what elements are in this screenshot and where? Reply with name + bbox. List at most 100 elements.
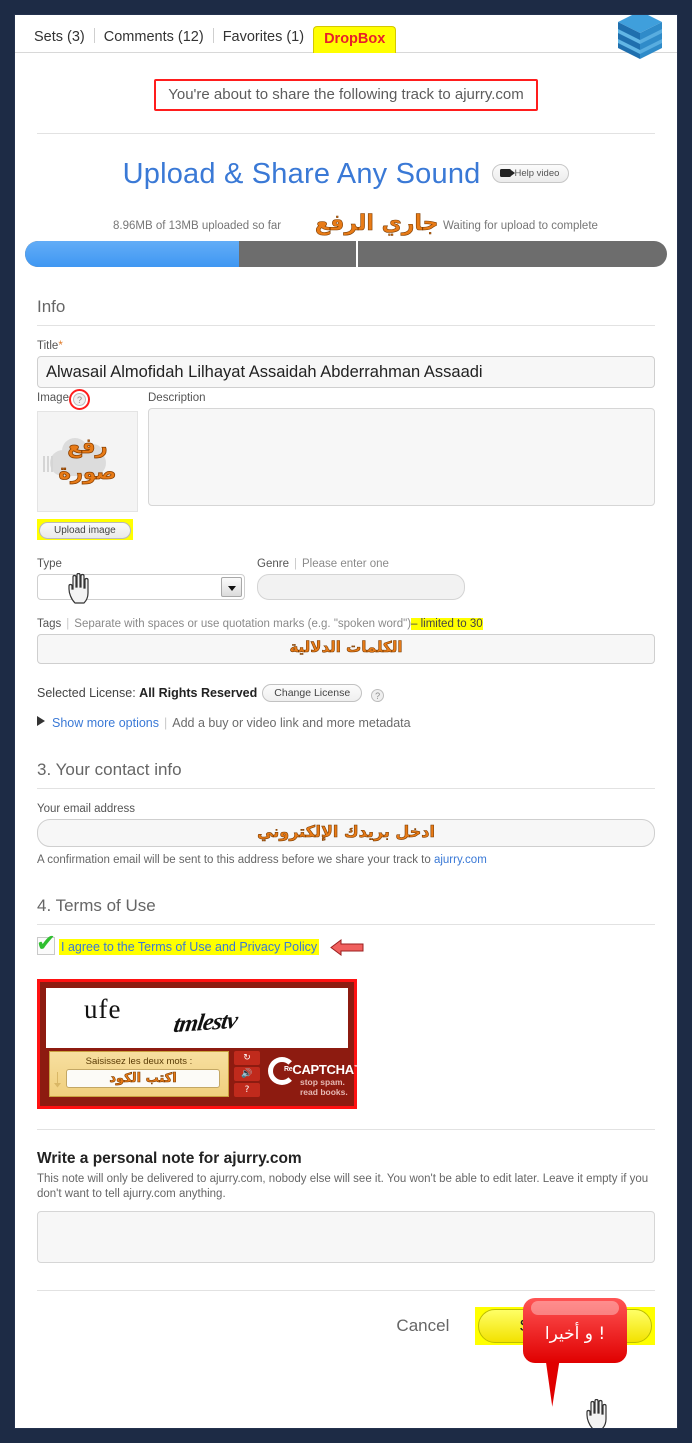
browser-page-frame: Sets (3) Comments (12) Favorites (1) Dro… bbox=[14, 14, 678, 1429]
recaptcha-help-icon[interactable]: ? bbox=[234, 1083, 260, 1097]
recaptcha-widget: ufe tmlestv Saisissez les deux mots : اك… bbox=[37, 979, 360, 1109]
callout-tail bbox=[545, 1359, 567, 1407]
recaptcha-input[interactable]: اكتب الكود bbox=[66, 1069, 220, 1088]
contact-section-rule bbox=[37, 788, 655, 789]
personal-note-description: This note will only be delivered to ajur… bbox=[37, 1173, 649, 1200]
tab-favorites[interactable]: Favorites (1) bbox=[214, 26, 313, 53]
annotation-image-arabic-1: رفع bbox=[67, 434, 108, 459]
callout-bubble: و أخيرا ! bbox=[523, 1298, 627, 1363]
show-more-options-row: Show more options | Add a buy or video lin… bbox=[37, 716, 655, 730]
recaptcha-tagline: stop spam. read books. bbox=[300, 1077, 348, 1097]
change-license-button[interactable]: Change License bbox=[262, 684, 363, 702]
terms-agree-label[interactable]: I agree to the Terms of Use and Privacy … bbox=[59, 939, 320, 955]
description-textarea[interactable] bbox=[148, 408, 655, 506]
profile-tabbar: Sets (3) Comments (12) Favorites (1) Dro… bbox=[15, 15, 677, 59]
check-mark-icon: ✔ bbox=[36, 929, 57, 957]
arrow-left-icon bbox=[330, 939, 364, 956]
recaptcha-refresh-icon[interactable]: ↻ bbox=[234, 1051, 260, 1065]
terms-section-title: 4. Terms of Use bbox=[37, 896, 156, 915]
annotation-email-arabic: ادخل بريدك الإلكتروني bbox=[257, 822, 435, 842]
contact-section-title: 3. Your contact info bbox=[37, 760, 182, 779]
tab-sets[interactable]: Sets (3) bbox=[25, 26, 94, 53]
title-input[interactable] bbox=[37, 356, 655, 388]
tags-input-wrap: الكلمات الدلالية bbox=[37, 634, 655, 664]
upload-image-highlight: Upload image bbox=[37, 519, 133, 540]
type-label: Type bbox=[37, 558, 62, 570]
image-help-icon[interactable]: ? bbox=[68, 389, 90, 410]
recaptcha-image: ufe tmlestv bbox=[46, 988, 348, 1048]
show-more-hint: Add a buy or video link and more metadat… bbox=[172, 716, 411, 730]
email-label: Your email address bbox=[37, 803, 136, 815]
info-section-title: Info bbox=[37, 297, 66, 316]
terms-agree-row: ✔ I agree to the Terms of Use and Privac… bbox=[36, 931, 655, 961]
genre-input[interactable] bbox=[257, 574, 465, 600]
image-thumbnail[interactable]: رفع صورة bbox=[37, 411, 138, 512]
help-video-button[interactable]: Help video bbox=[491, 164, 570, 183]
page-title: Upload & Share Any Sound bbox=[122, 158, 481, 190]
upload-progress-bar bbox=[25, 241, 667, 267]
image-field-label: Image? bbox=[37, 389, 138, 410]
confirmation-note: A confirmation email will be sent to thi… bbox=[37, 854, 487, 866]
show-more-options-link[interactable]: Show more options bbox=[52, 716, 159, 730]
personal-note-textarea[interactable] bbox=[37, 1211, 655, 1263]
personal-note-title: Write a personal note for ajurry.com bbox=[37, 1150, 302, 1167]
title-field-label: Title* bbox=[37, 340, 63, 352]
notice-divider bbox=[37, 133, 655, 134]
tags-hint: Separate with spaces or use quotation ma… bbox=[74, 618, 412, 630]
help-video-label: Help video bbox=[514, 168, 560, 179]
genre-field: Genre | Please enter one bbox=[257, 558, 465, 600]
recaptcha-form: Saisissez les deux mots : اكتب الكود bbox=[49, 1051, 229, 1097]
image-description-row: Image? رفع صورة Upload image Description bbox=[37, 389, 655, 540]
chevron-down-icon[interactable] bbox=[221, 577, 242, 597]
type-genre-row: Type Genre | Please enter one bbox=[37, 558, 655, 600]
recaptcha-brand: ReCAPTCHA™ bbox=[284, 1062, 360, 1077]
tags-limit: – limited to 30 bbox=[411, 618, 483, 630]
type-select[interactable] bbox=[37, 574, 245, 600]
license-help-icon[interactable]: ? bbox=[371, 689, 385, 702]
confirmation-note-link[interactable]: ajurry.com bbox=[434, 854, 487, 866]
note-section-rule bbox=[37, 1129, 655, 1130]
license-prefix: Selected License: bbox=[37, 686, 136, 700]
arrow-down-icon bbox=[54, 1072, 61, 1088]
dropbox-cube-icon bbox=[618, 15, 662, 59]
callout-text: و أخيرا ! bbox=[544, 1324, 606, 1344]
upload-progress-text: 8.96MB of 13MB uploaded so far bbox=[113, 220, 282, 232]
annotation-uploading-arabic: جاري الرفع bbox=[315, 211, 439, 237]
tags-label: Tags bbox=[37, 618, 62, 630]
upload-waiting-text: Waiting for upload to complete bbox=[443, 220, 598, 232]
cancel-button[interactable]: Cancel bbox=[396, 1316, 449, 1336]
info-section: Info Title* Image? رفع صورة Upload image bbox=[36, 297, 655, 1291]
terms-section-rule bbox=[37, 924, 655, 925]
tab-comments[interactable]: Comments (12) bbox=[95, 26, 213, 53]
upload-progress-divider bbox=[355, 241, 358, 267]
hand-cursor-share bbox=[586, 1399, 607, 1428]
annotation-tags-arabic: الكلمات الدلالية bbox=[289, 638, 403, 657]
tags-field: Tags | Separate with spaces or use quotati… bbox=[37, 618, 655, 664]
license-row: Selected License: All Rights Reserved Cha… bbox=[37, 684, 655, 702]
required-marker: * bbox=[58, 340, 63, 352]
share-notice: You're about to share the following trac… bbox=[154, 79, 538, 111]
recaptcha-prompt: Saisissez les deux mots : bbox=[85, 1056, 193, 1067]
info-section-rule bbox=[37, 325, 655, 326]
recaptcha-audio-icon[interactable]: 🔊 bbox=[234, 1067, 260, 1081]
genre-hint: Please enter one bbox=[301, 558, 389, 570]
video-camera-icon bbox=[499, 169, 515, 177]
genre-label: Genre | Please enter one bbox=[257, 558, 389, 570]
image-column: Image? رفع صورة Upload image bbox=[37, 389, 138, 540]
license-value: All Rights Reserved bbox=[139, 686, 258, 700]
email-input-wrap: ادخل بريدك الإلكتروني bbox=[37, 819, 655, 847]
triangle-right-icon[interactable] bbox=[37, 716, 45, 726]
upload-image-button[interactable]: Upload image bbox=[39, 522, 131, 539]
recaptcha-inner: ufe tmlestv Saisissez les deux mots : اك… bbox=[43, 985, 360, 1103]
annotation-captcha-arabic: اكتب الكود bbox=[109, 1071, 177, 1087]
type-field: Type bbox=[37, 558, 245, 600]
recaptcha-word-one: ufe bbox=[84, 994, 122, 1024]
upload-progress-labels: 8.96MB of 13MB uploaded so far جاري الرف… bbox=[25, 211, 667, 237]
tab-dropbox[interactable]: DropBox bbox=[313, 25, 397, 53]
description-label: Description bbox=[148, 392, 206, 404]
page-headline: Upload & Share Any Sound Help video bbox=[15, 158, 677, 191]
share-notice-wrap: You're about to share the following trac… bbox=[15, 79, 677, 111]
description-column: Description bbox=[148, 392, 655, 540]
recaptcha-buttons: ↻ 🔊 ? bbox=[234, 1051, 260, 1097]
annotation-image-arabic-2: صورة bbox=[58, 460, 117, 485]
